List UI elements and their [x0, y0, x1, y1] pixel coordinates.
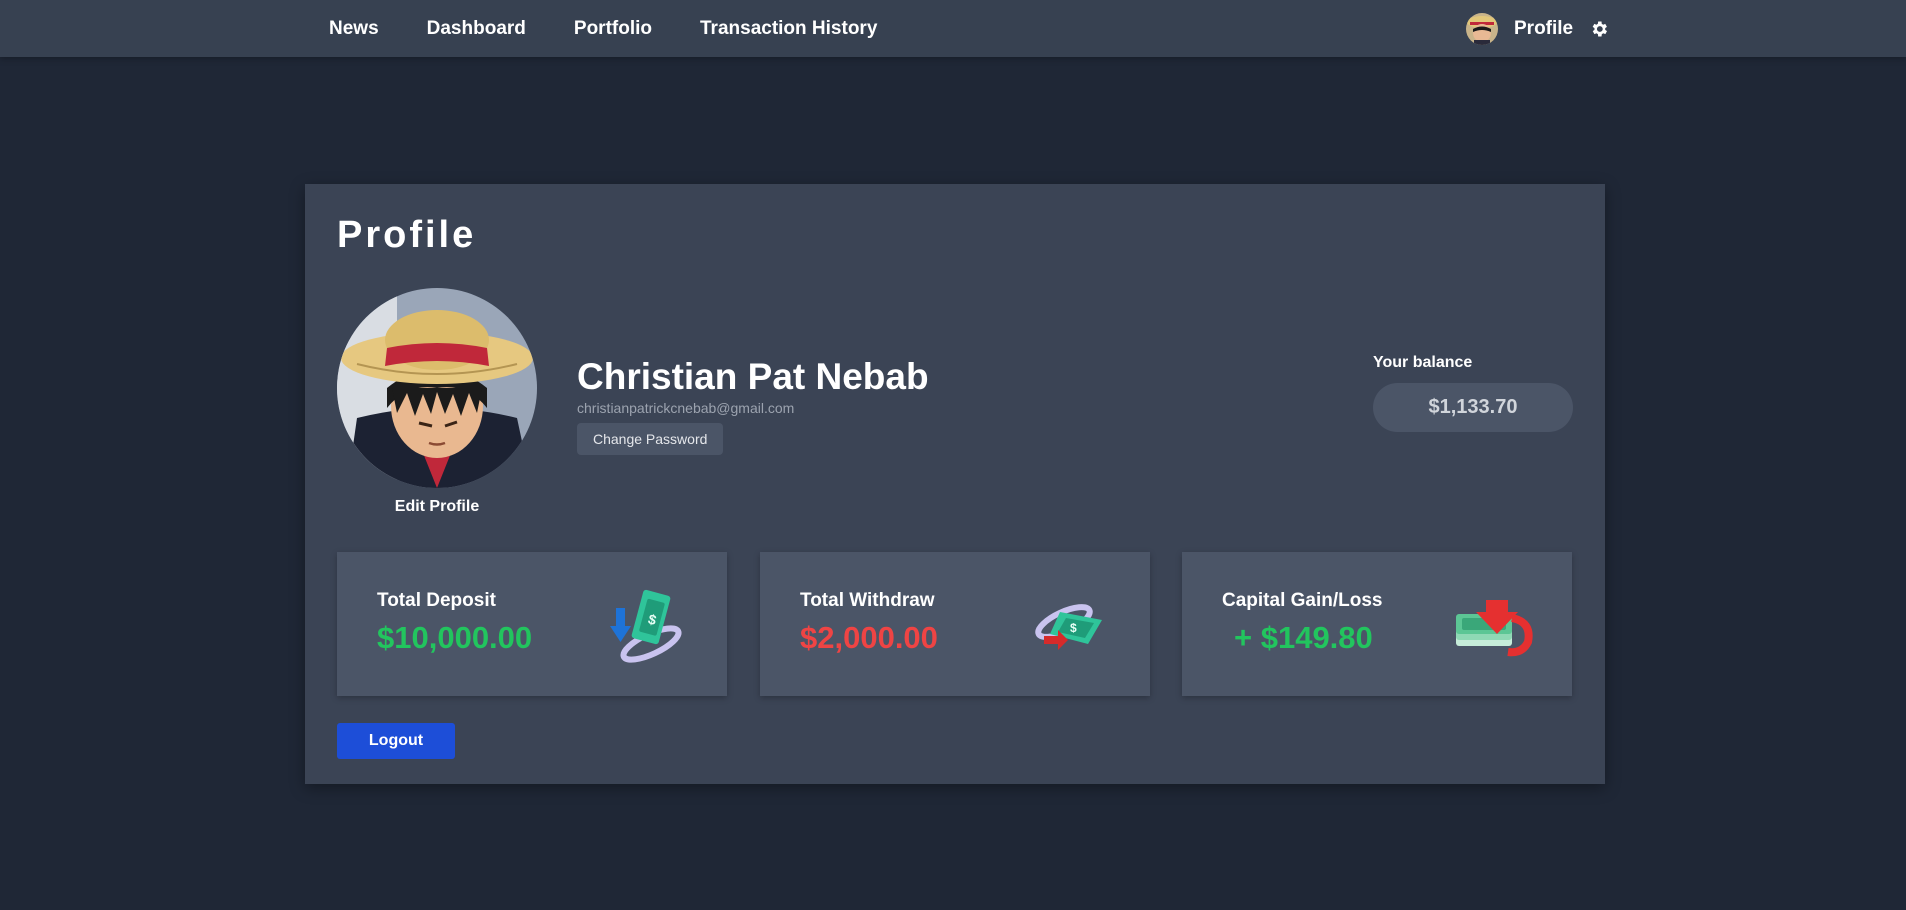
nav-profile-link[interactable]: Profile: [1514, 18, 1573, 40]
deposit-money-icon: $: [607, 582, 691, 666]
withdraw-money-icon: $: [1030, 582, 1114, 666]
total-withdraw-label: Total Withdraw: [800, 590, 935, 611]
nav-avatar-icon[interactable]: [1466, 12, 1498, 45]
nav-user-area: Profile: [1466, 0, 1609, 57]
nav-link-transaction-history[interactable]: Transaction History: [700, 18, 877, 40]
capital-gain-loss-label: Capital Gain/Loss: [1222, 590, 1383, 611]
change-password-button[interactable]: Change Password: [577, 423, 724, 455]
gear-icon[interactable]: [1589, 19, 1609, 39]
profile-avatar[interactable]: [337, 288, 537, 488]
balance-value: $1,133.70: [1373, 383, 1573, 432]
logout-button[interactable]: Logout: [337, 723, 455, 759]
nav-link-dashboard[interactable]: Dashboard: [427, 18, 526, 40]
svg-text:$: $: [1070, 621, 1077, 635]
nav-links: News Dashboard Portfolio Transaction His…: [329, 0, 877, 57]
edit-profile-link[interactable]: Edit Profile: [337, 498, 537, 516]
user-email: christianpatrickcnebab@gmail.com: [577, 400, 795, 416]
user-name: Christian Pat Nebab: [577, 356, 929, 397]
page-title: Profile: [337, 214, 477, 256]
nav-link-portfolio[interactable]: Portfolio: [574, 18, 652, 40]
capital-gain-loss-value: + $149.80: [1234, 620, 1373, 655]
total-withdraw-value: $2,000.00: [800, 620, 938, 655]
total-deposit-label: Total Deposit: [377, 590, 496, 611]
total-withdraw-card: Total Withdraw $2,000.00 $: [760, 552, 1150, 696]
nav-link-news[interactable]: News: [329, 18, 379, 40]
top-navbar: News Dashboard Portfolio Transaction His…: [0, 0, 1906, 57]
total-deposit-card: Total Deposit $10,000.00 $: [337, 552, 727, 696]
profile-card: Profile Edit Profile Christian Pat Nebab…: [305, 184, 1605, 784]
total-deposit-value: $10,000.00: [377, 620, 533, 655]
money-stack-down-icon: [1452, 582, 1536, 666]
capital-gain-loss-card: Capital Gain/Loss + $149.80: [1182, 552, 1572, 696]
balance-label: Your balance: [1373, 354, 1473, 371]
